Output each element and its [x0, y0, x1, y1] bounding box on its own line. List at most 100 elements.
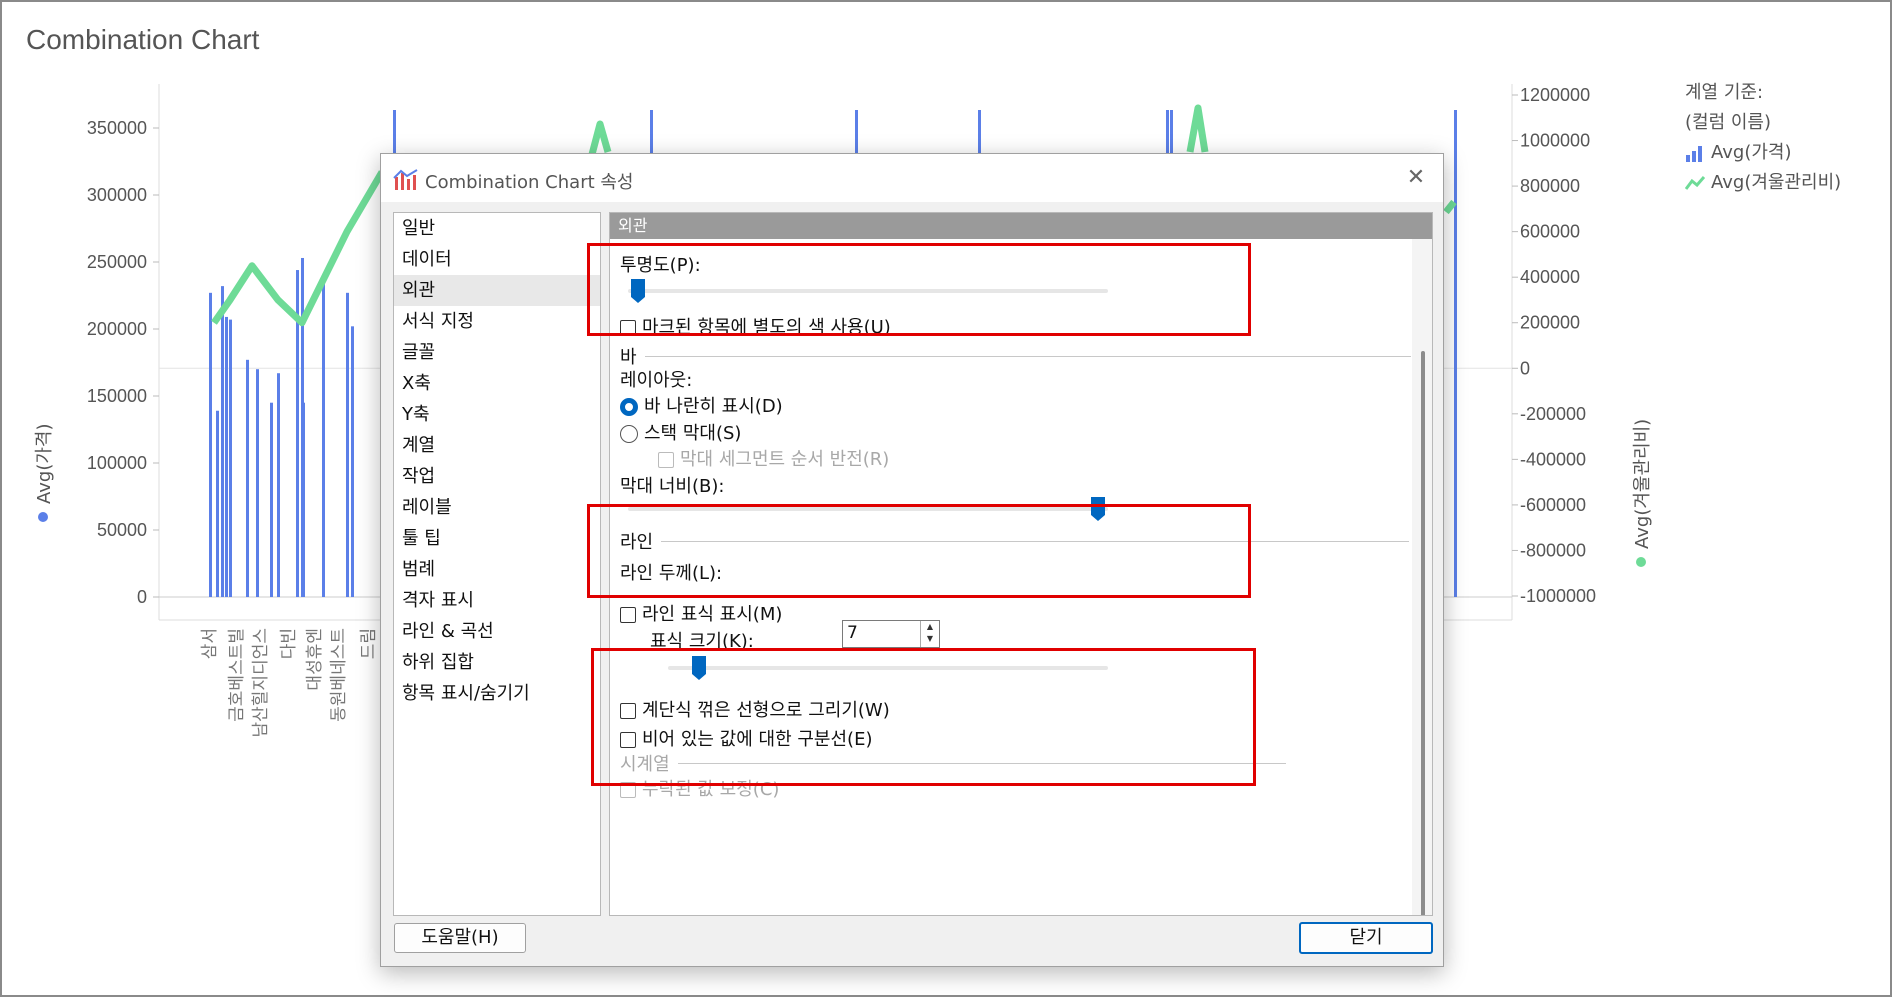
bar-series-dot-icon	[38, 512, 48, 522]
y2-tick-label: 600000	[1520, 222, 1580, 242]
category-list[interactable]: 일반 데이터 외관 서식 지정 글꼴 X축 Y축 계열 작업 레이블 툴 팁 범례 격자 표시 라인 & …	[393, 212, 601, 916]
bar	[346, 292, 349, 597]
bar	[1454, 178, 1457, 597]
dialog-title: Combination Chart 속성	[425, 172, 634, 193]
legend-item-bar[interactable]: Avg(가격)	[1685, 138, 1841, 168]
legend-label-line: Avg(겨울관리비)	[1711, 172, 1842, 193]
y2-tick-label: -600000	[1520, 495, 1586, 515]
bar-chart-icon	[1686, 146, 1702, 162]
line-series-peak	[1186, 104, 1209, 153]
nav-item[interactable]: 항목 표시/숨기기	[394, 678, 600, 709]
nav-item[interactable]: 하위 집합	[394, 647, 600, 678]
highlight-markers	[591, 648, 1256, 786]
y-tick-label: 150000	[87, 386, 147, 406]
dialog-titlebar[interactable]: Combination Chart 속성 ✕	[381, 154, 1443, 202]
x-tick-label: 금호베스트빌	[227, 628, 247, 722]
nav-item[interactable]: Y축	[394, 399, 600, 430]
y2-tick-label: -1000000	[1520, 586, 1596, 606]
bar-section: 바	[620, 343, 1411, 369]
highlight-bar-width	[587, 504, 1251, 598]
section-divider	[644, 355, 1411, 357]
y2-tick-label: 1200000	[1520, 85, 1590, 105]
nav-item[interactable]: 작업	[394, 461, 600, 492]
y-tick-label: 300000	[87, 185, 147, 205]
x-tick-label: 삼서	[200, 628, 220, 659]
stepper-buttons[interactable]: ▲ ▼	[920, 621, 939, 647]
bar	[246, 359, 249, 597]
bar-width-label: 막대 너비(B):	[620, 476, 725, 497]
nav-item[interactable]: 격자 표시	[394, 585, 600, 616]
nav-item[interactable]: 서식 지정	[394, 306, 600, 337]
y-tick-label: 50000	[97, 520, 147, 540]
x-tick-label: 다빈	[279, 628, 299, 659]
legend-subtitle: (컬럼 이름)	[1685, 112, 1772, 133]
y-tick-label: 200000	[87, 319, 147, 339]
show-markers-checkbox[interactable]	[620, 607, 636, 623]
stacked-text: 스택 막대(S)	[644, 423, 742, 444]
nav-item[interactable]: 글꼴	[394, 337, 600, 368]
x-tick-label: 남산힐지디언스	[251, 628, 271, 737]
x-tick-label: 드림	[359, 628, 379, 659]
y2-tick-label: -200000	[1520, 404, 1586, 424]
close-icon[interactable]: ✕	[1399, 163, 1433, 193]
nav-item[interactable]: 계열	[394, 430, 600, 461]
side-by-side-option[interactable]: 바 나란히 표시(D)	[620, 392, 783, 418]
legend-title: 계열 기준:	[1685, 82, 1764, 103]
bar	[216, 410, 219, 597]
stacked-option[interactable]: 스택 막대(S)	[620, 419, 741, 445]
x-tick-label: 동원베네스트	[329, 628, 349, 722]
y2-tick-label: -400000	[1520, 449, 1586, 469]
y2-tick-label: 200000	[1520, 313, 1580, 333]
highlight-transparency	[587, 243, 1251, 336]
bar	[322, 275, 325, 597]
nav-item[interactable]: 범례	[394, 554, 600, 585]
line-series-dot-icon	[1636, 557, 1646, 567]
y2-tick-label: 1000000	[1520, 131, 1590, 151]
nav-item[interactable]: 외관	[394, 275, 600, 306]
y-tick-label: 250000	[87, 252, 147, 272]
y-tick-label: 0	[137, 587, 147, 607]
y-axis-right-label: Avg(겨울관리비)	[1632, 418, 1653, 549]
increment-icon[interactable]: ▲	[921, 621, 939, 633]
bar	[256, 369, 259, 597]
show-markers-option[interactable]: 라인 표식 표시(M)	[620, 600, 782, 626]
help-button[interactable]: 도움말(H)	[394, 923, 526, 953]
decrement-icon[interactable]: ▼	[921, 633, 939, 645]
section-header: 외관	[610, 213, 1432, 239]
bar	[351, 326, 354, 597]
line-width-stepper[interactable]: 7 ▲ ▼	[842, 620, 940, 648]
bar	[277, 373, 280, 597]
y-axis-right-title: Avg(겨울관리비)	[1628, 419, 1654, 567]
legend-item-line[interactable]: Avg(겨울관리비)	[1685, 168, 1841, 198]
y2-tick-label: 0	[1520, 358, 1530, 378]
nav-item[interactable]: 라인 & 곡선	[394, 616, 600, 647]
vertical-scrollbar[interactable]	[1412, 239, 1432, 915]
y-tick-label: 100000	[87, 453, 147, 473]
line-width-value[interactable]: 7	[847, 623, 858, 643]
nav-item[interactable]: 일반	[394, 213, 600, 244]
bar	[229, 319, 232, 597]
line-chart-icon	[1685, 176, 1705, 190]
y-tick-label: 350000	[87, 118, 147, 138]
layout-label: 레이아웃:	[620, 370, 693, 391]
nav-item[interactable]: 데이터	[394, 244, 600, 275]
scrollbar-thumb[interactable]	[1421, 351, 1425, 915]
combination-chart-icon	[393, 169, 418, 190]
nav-item[interactable]: X축	[394, 368, 600, 399]
legend-label-bar: Avg(가격)	[1711, 142, 1792, 163]
reverse-segment-option[interactable]: 막대 세그먼트 순서 반전(R)	[658, 445, 889, 471]
bar	[225, 316, 228, 597]
nav-item[interactable]: 레이블	[394, 492, 600, 523]
x-tick-label: 대성휴엔	[305, 628, 325, 691]
nav-item[interactable]: 툴 팁	[394, 523, 600, 554]
y2-tick-label: 400000	[1520, 267, 1580, 287]
reverse-segment-checkbox[interactable]	[658, 452, 674, 468]
side-by-side-text: 바 나란히 표시(D)	[644, 396, 783, 417]
y2-tick-label: -800000	[1520, 540, 1586, 560]
close-button[interactable]: 닫기	[1299, 922, 1433, 954]
stacked-radio[interactable]	[620, 425, 638, 443]
reverse-segment-text: 막대 세그먼트 순서 반전(R)	[680, 449, 890, 470]
legend[interactable]: 계열 기준: (컬럼 이름) Avg(가격) Avg(겨울관리비)	[1685, 78, 1841, 198]
side-by-side-radio[interactable]	[620, 398, 638, 416]
bar	[270, 402, 273, 597]
